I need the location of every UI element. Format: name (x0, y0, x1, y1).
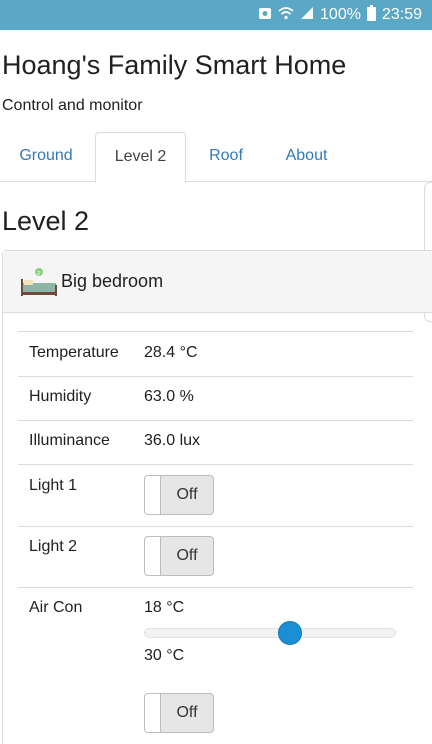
clock: 23:59 (381, 6, 422, 23)
status-bar: 100% 23:59 (0, 0, 432, 30)
level-tabs: Ground Level 2 Roof About (0, 132, 432, 183)
level-heading: Level 2 (2, 206, 90, 236)
battery-icon (366, 4, 376, 26)
room-name: Big bedroom (61, 271, 164, 291)
aircon-max-label: 30 °C (144, 647, 185, 664)
status-icons: 100% 23:59 (258, 0, 422, 30)
tab-roof[interactable]: Roof (188, 132, 264, 182)
room-panel-header: z Big bedroom (3, 251, 432, 313)
row-divider (18, 464, 413, 465)
toggle-knob (145, 694, 161, 732)
temperature-label: Temperature (29, 344, 119, 361)
row-divider (18, 587, 413, 588)
page-subtitle: Control and monitor (2, 97, 143, 114)
wifi-icon (278, 6, 294, 25)
signal-icon (300, 6, 314, 25)
light-2-label: Light 2 (29, 538, 78, 555)
slider-thumb[interactable] (278, 621, 303, 645)
toggle-knob (145, 476, 161, 514)
tab-ground[interactable]: Ground (0, 132, 92, 182)
light-2-state: Off (176, 547, 198, 564)
toggle-knob (145, 537, 161, 575)
svg-text:z: z (37, 270, 40, 277)
row-divider (18, 376, 413, 377)
temperature-value: 28.4 °C (144, 344, 198, 361)
bedroom-icon: z (19, 267, 57, 304)
aircon-toggle[interactable]: Off (144, 693, 214, 733)
aircon-temperature-slider[interactable] (144, 621, 396, 645)
light-1-label: Light 1 (29, 477, 78, 494)
page-title: Hoang's Family Smart Home (2, 50, 347, 80)
notification-icon (258, 6, 272, 25)
room-panel: z Big bedroom (2, 250, 432, 744)
slider-track[interactable] (144, 628, 396, 638)
illuminance-value: 36.0 lux (144, 432, 201, 449)
aircon-label: Air Con (29, 599, 83, 616)
aircon-state: Off (176, 704, 198, 721)
humidity-label: Humidity (29, 388, 92, 405)
light-1-toggle[interactable]: Off (144, 475, 214, 515)
battery-percent: 100% (320, 6, 361, 23)
illuminance-label: Illuminance (29, 432, 110, 449)
light-2-toggle[interactable]: Off (144, 536, 214, 576)
row-divider (18, 331, 413, 332)
row-divider (18, 420, 413, 421)
tab-level-2[interactable]: Level 2 (95, 132, 186, 183)
row-divider (18, 526, 413, 527)
humidity-value: 63.0 % (144, 388, 194, 405)
aircon-min-label: 18 °C (144, 599, 185, 616)
light-1-state: Off (176, 486, 198, 503)
tab-about[interactable]: About (264, 132, 349, 182)
